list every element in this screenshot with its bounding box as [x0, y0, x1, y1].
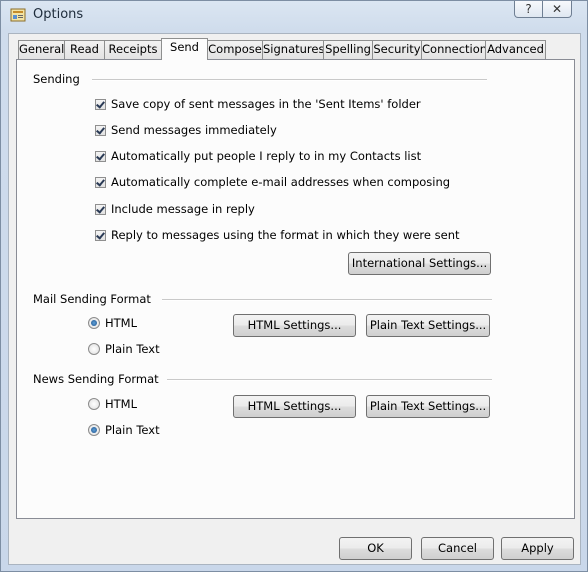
tab-receipts[interactable]: Receipts [104, 40, 162, 59]
tab-spelling[interactable]: Spelling [323, 40, 373, 59]
option-label: Reply to messages using the format in wh… [111, 228, 460, 242]
checkbox-icon[interactable] [95, 176, 106, 188]
save-copy-option[interactable]: Save copy of sent messages in the 'Sent … [95, 96, 421, 112]
tab-general[interactable]: General [18, 40, 65, 59]
title-bar[interactable]: Options ? ✕ [1, 1, 587, 29]
tab-connection[interactable]: Connection [421, 40, 487, 59]
international-settings-button[interactable]: International Settings... [348, 252, 491, 275]
send-immediately-option[interactable]: Send messages immediately [95, 122, 277, 138]
checkbox-icon[interactable] [95, 203, 106, 215]
radio-icon[interactable] [88, 424, 100, 436]
checkbox-icon[interactable] [95, 150, 106, 162]
sending-divider [92, 79, 487, 81]
checkbox-icon[interactable] [95, 98, 106, 110]
dialog-client: General Read Receipts Send Compose Signa… [8, 33, 581, 565]
mail-plain-text-settings-button[interactable]: Plain Text Settings... [366, 314, 490, 337]
news-format-divider [167, 379, 492, 381]
tab-send[interactable]: Send [161, 38, 208, 60]
auto-complete-option[interactable]: Automatically complete e-mail addresses … [95, 174, 450, 190]
ok-button[interactable]: OK [339, 537, 412, 560]
window-title: Options [33, 7, 84, 22]
option-label: Automatically put people I reply to in m… [111, 149, 422, 163]
checkbox-icon[interactable] [95, 229, 106, 241]
news-html-settings-button[interactable]: HTML Settings... [233, 395, 356, 418]
app-icon [10, 7, 26, 23]
close-icon: ✕ [551, 2, 563, 16]
radio-icon[interactable] [88, 398, 100, 410]
radio-label: HTML [105, 397, 138, 411]
tab-security[interactable]: Security [372, 40, 422, 59]
checkbox-icon[interactable] [95, 124, 106, 136]
option-label: Send messages immediately [111, 123, 277, 137]
option-label: Include message in reply [111, 202, 255, 216]
auto-contacts-option[interactable]: Automatically put people I reply to in m… [95, 148, 421, 164]
radio-label: Plain Text [105, 342, 160, 356]
tab-read[interactable]: Read [64, 40, 105, 59]
radio-label: Plain Text [105, 423, 160, 437]
news-plain-text-settings-button[interactable]: Plain Text Settings... [366, 395, 490, 418]
radio-label: HTML [105, 316, 138, 330]
help-icon: ? [525, 2, 532, 16]
apply-button[interactable]: Apply [501, 537, 574, 560]
option-label: Save copy of sent messages in the 'Sent … [111, 97, 421, 111]
news-format-heading: News Sending Format [33, 372, 159, 386]
tab-signatures[interactable]: Signatures [262, 40, 324, 59]
radio-icon[interactable] [88, 343, 100, 355]
mail-plain-text-radio[interactable]: Plain Text [88, 341, 160, 357]
help-button[interactable]: ? [514, 1, 543, 18]
sending-heading: Sending [33, 72, 80, 86]
option-label: Automatically complete e-mail addresses … [111, 175, 451, 189]
tab-advanced[interactable]: Advanced [485, 40, 546, 59]
mail-format-divider [162, 299, 492, 301]
tab-compose[interactable]: Compose [207, 40, 263, 59]
mail-html-settings-button[interactable]: HTML Settings... [233, 314, 356, 337]
include-message-option[interactable]: Include message in reply [95, 201, 255, 217]
news-html-radio[interactable]: HTML [88, 396, 137, 412]
mail-html-radio[interactable]: HTML [88, 315, 137, 331]
close-button[interactable]: ✕ [542, 1, 572, 18]
radio-icon[interactable] [88, 317, 100, 329]
news-plain-text-radio[interactable]: Plain Text [88, 422, 160, 438]
cancel-button[interactable]: Cancel [421, 537, 494, 560]
options-dialog: Options ? ✕ General Read Receipts Send C… [0, 0, 588, 572]
mail-format-heading: Mail Sending Format [33, 292, 151, 306]
reply-format-option[interactable]: Reply to messages using the format in wh… [95, 227, 460, 243]
send-tab-panel: Sending Save copy of sent messages in th… [16, 59, 575, 519]
